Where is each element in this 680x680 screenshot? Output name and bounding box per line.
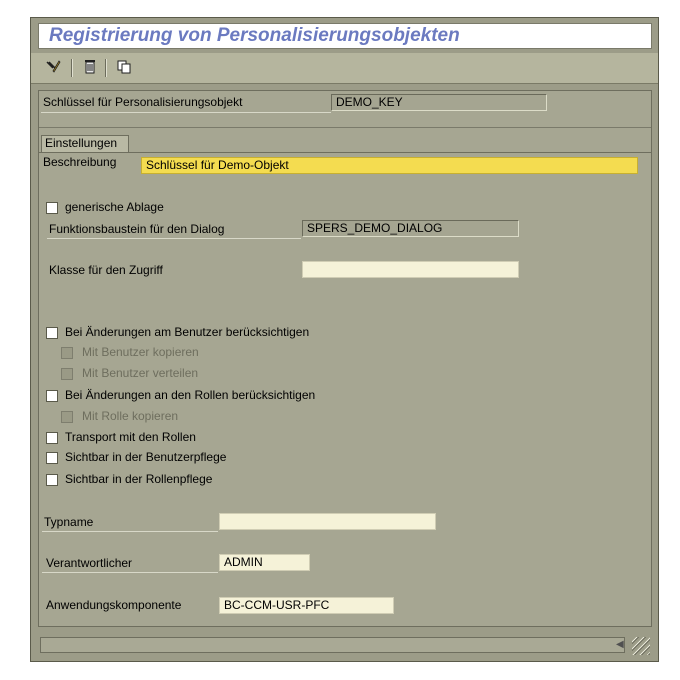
toolbar-separator [71,59,73,77]
typname-field[interactable] [219,513,436,530]
title-bar: Registrierung von Personalisierungsobjek… [38,23,652,49]
mit-benutzer-verteilen-label: Mit Benutzer verteilen [82,366,199,380]
copy-icon[interactable] [114,58,134,77]
toolbar-separator [105,59,107,77]
tab-border [39,152,651,153]
sichtbar-rollenpflege-label: Sichtbar in der Rollenpflege [65,472,213,486]
verantwortlicher-field[interactable]: ADMIN [219,554,310,571]
delete-icon[interactable] [80,58,100,77]
mit-benutzer-kopieren-checkbox [61,347,73,359]
mit-benutzer-kopieren-label: Mit Benutzer kopieren [82,345,199,359]
application-toolbar [31,53,658,84]
bei-aend-rollen-label: Bei Änderungen an den Rollen berücksicht… [65,388,316,402]
label-underline [47,238,301,239]
status-message-field [40,637,625,653]
tab-label: Einstellungen [45,136,118,150]
label-underline [41,112,331,113]
beschreibung-label: Beschreibung [43,155,117,169]
klasse-label: Klasse für den Zugriff [49,263,163,277]
label-underline [42,531,218,532]
anwendungskomponente-label: Anwendungskomponente [46,598,182,612]
key-field[interactable]: DEMO_KEY [331,94,547,111]
resize-grip-icon[interactable] [632,637,650,655]
sichtbar-rollenpflege-checkbox[interactable] [46,474,58,486]
mit-rolle-kopieren-checkbox [61,411,73,423]
verantwortlicher-label: Verantwortlicher [46,556,133,570]
tab-einstellungen[interactable]: Einstellungen [41,135,129,152]
sichtbar-benutzerpflege-checkbox[interactable] [46,452,58,464]
typname-label: Typname [44,515,94,529]
generische-ablage-label: generische Ablage [65,200,164,214]
main-panel: Schlüssel für Personalisierungsobjekt DE… [38,90,652,627]
funktionsbaustein-field[interactable]: SPERS_DEMO_DIALOG [302,220,519,237]
beschreibung-field[interactable]: Schlüssel für Demo-Objekt [141,157,638,174]
sichtbar-benutzerpflege-label: Sichtbar in der Benutzerpflege [65,450,227,464]
bei-aend-benutzer-label: Bei Änderungen am Benutzer berücksichtig… [65,325,310,339]
mit-rolle-kopieren-label: Mit Rolle kopieren [82,409,179,423]
funktionsbaustein-label: Funktionsbaustein für den Dialog [49,222,225,236]
label-underline [42,572,218,573]
key-section: Schlüssel für Personalisierungsobjekt DE… [39,91,651,128]
anwendungskomponente-field[interactable]: BC-CCM-USR-PFC [219,597,394,614]
transport-rollen-label: Transport mit den Rollen [65,430,196,444]
generische-ablage-checkbox[interactable] [46,202,58,214]
key-label: Schlüssel für Personalisierungsobjekt [43,95,243,109]
edit-icon[interactable] [43,58,63,77]
status-bar: ◀ [38,633,652,658]
sap-window: Registrierung von Personalisierungsobjek… [30,17,659,662]
mit-benutzer-verteilen-checkbox [61,368,73,380]
bei-aend-rollen-checkbox[interactable] [46,390,58,402]
bei-aend-benutzer-checkbox[interactable] [46,327,58,339]
scroll-left-icon[interactable]: ◀ [616,639,630,651]
klasse-field[interactable] [302,261,519,278]
transport-rollen-checkbox[interactable] [46,432,58,444]
window-title: Registrierung von Personalisierungsobjek… [49,25,460,46]
